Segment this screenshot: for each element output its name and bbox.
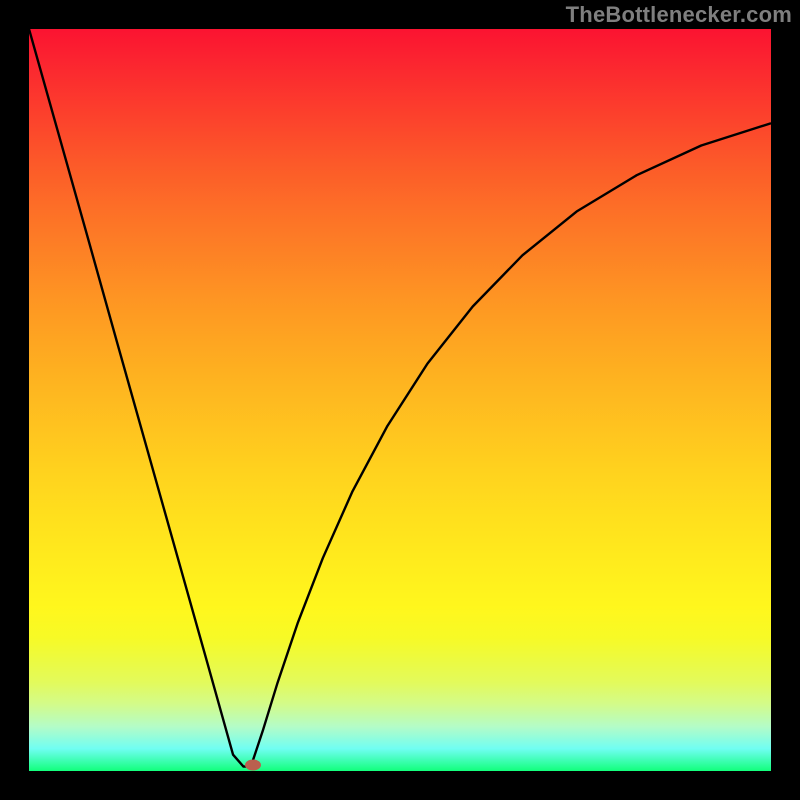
chart-frame: TheBottlenecker.com <box>0 0 800 800</box>
minimum-marker <box>245 760 261 771</box>
plot-area <box>29 29 771 771</box>
curve-path <box>29 29 771 767</box>
watermark-text: TheBottlenecker.com <box>566 2 792 28</box>
bottleneck-curve <box>29 29 771 771</box>
